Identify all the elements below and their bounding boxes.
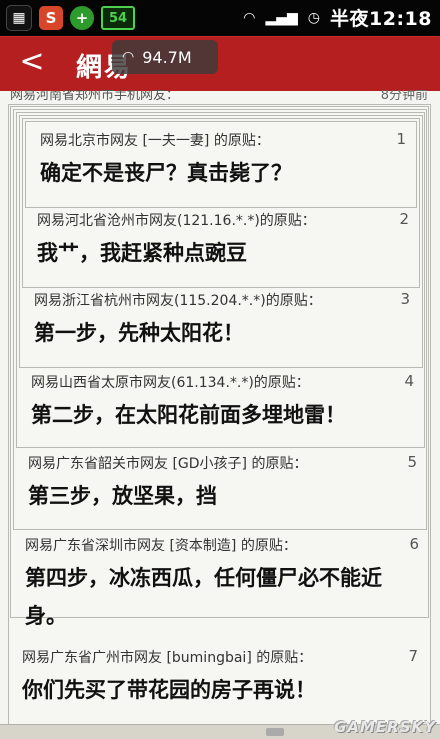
status-time: 半夜12:18	[330, 8, 432, 30]
comment-thread[interactable]: 网易河南省郑州市手机网友： 8分钟前 网易北京市网友 [一夫一妻] 的原贴： 1…	[0, 90, 440, 739]
post-author: 网易北京市网友 [一夫一妻] 的原贴：	[40, 133, 270, 149]
post-number: 2	[399, 210, 409, 228]
post-author: 网易广东省韶关市网友 [GD小孩子] 的原贴：	[28, 456, 308, 472]
post-number: 4	[404, 372, 414, 390]
network-speed-overlay: ◠ 94.7M	[112, 40, 218, 74]
post-number: 3	[400, 290, 410, 308]
post-author: 网易浙江省杭州市网友(115.204.*.*)的原贴：	[34, 293, 322, 309]
post-number: 6	[409, 535, 419, 553]
quoted-post: 网易浙江省杭州市网友(115.204.*.*)的原贴： 3 第一步，先种太阳花！	[34, 288, 410, 358]
quoted-post: 网易河北省沧州市网友(121.16.*.*)的原贴： 2 我艹，我赶紧种点豌豆	[37, 208, 409, 278]
post-body: 你们先买了带花园的房子再说！	[22, 678, 316, 702]
post-number: 7	[408, 647, 418, 665]
post-number: 1	[396, 130, 406, 148]
wifi-icon: ◠	[243, 9, 256, 26]
post-body: 第三步，放坚果，挡	[28, 484, 217, 508]
network-speed: 94.7M	[142, 47, 192, 67]
battery-icon: 54	[101, 6, 135, 30]
back-button[interactable]: <	[14, 45, 50, 81]
drag-handle[interactable]	[266, 728, 284, 736]
quoted-post: 网易山西省太原市网友(61.134.*.*)的原贴： 4 第二步，在太阳花前面多…	[31, 370, 414, 440]
plus-app-icon: +	[70, 6, 94, 30]
signal-icon: ▂▄▆	[265, 9, 298, 26]
quoted-post: 网易北京市网友 [一夫一妻] 的原贴： 1 确定不是丧尸？真击毙了？	[40, 128, 406, 198]
quoted-post: 网易广东省韶关市网友 [GD小孩子] 的原贴： 5 第三步，放坚果，挡	[28, 451, 417, 521]
notification-icons: ▦ S + 54	[6, 5, 135, 31]
post-body: 确定不是丧尸？真击毙了？	[40, 161, 292, 185]
grid-icon: ▦	[6, 5, 32, 31]
post-number: 5	[407, 453, 417, 471]
post-author: 网易广东省深圳市网友 [资本制造] 的原贴：	[25, 538, 297, 554]
post-body: 第四步，冰冻西瓜，任何僵尸必不能近身。	[25, 566, 382, 628]
post-author: 网易广东省广州市网友 [bumingbai] 的原贴：	[22, 650, 313, 666]
back-arrow-icon: <	[19, 44, 45, 79]
battery-label: 54	[108, 10, 128, 26]
post-body: 第一步，先种太阳花！	[34, 321, 244, 345]
post-body: 我艹，我赶紧种点豌豆	[37, 241, 247, 265]
title-bar: < 網易	[0, 36, 440, 91]
partial-post-author: 网易河南省郑州市手机网友：	[10, 90, 180, 103]
post-body: 第二步，在太阳花前面多埋地雷！	[31, 403, 346, 427]
post-author: 网易山西省太原市网友(61.134.*.*)的原贴：	[31, 375, 310, 391]
s-app-icon: S	[39, 6, 63, 30]
wifi-icon: ◠	[122, 49, 135, 65]
post-author: 网易河北省沧州市网友(121.16.*.*)的原贴：	[37, 213, 316, 229]
partial-post-header: 网易河南省郑州市手机网友： 8分钟前	[10, 90, 428, 103]
status-bar: ▦ S + 54 ◠ ▂▄▆ ◷ 半夜12:18	[0, 0, 440, 36]
partial-post-time: 8分钟前	[380, 90, 428, 103]
quoted-post: 网易广东省深圳市网友 [资本制造] 的原贴： 6 第四步，冰冻西瓜，任何僵尸必不…	[25, 533, 419, 628]
quoted-post: 网易广东省广州市网友 [bumingbai] 的原贴： 7 你们先买了带花园的房…	[22, 645, 418, 715]
clock-icon: ◷	[307, 9, 321, 26]
watermark-logo: GAMERSKY	[334, 718, 436, 736]
system-icons: ◠ ▂▄▆ ◷ 半夜12:18	[243, 4, 432, 31]
